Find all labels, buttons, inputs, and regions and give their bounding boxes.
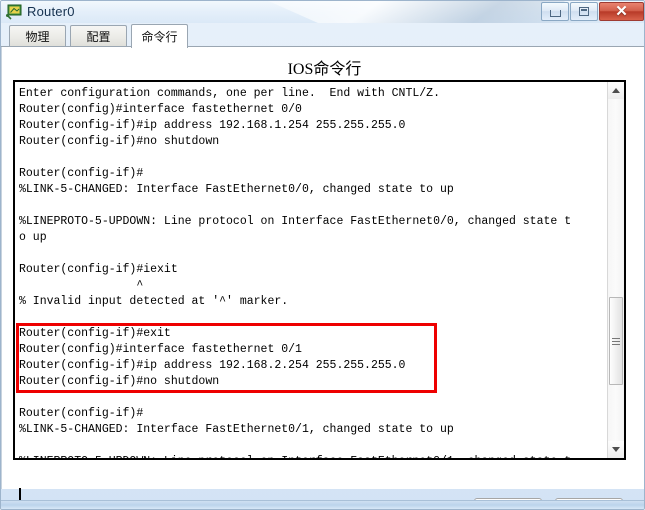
console-scrollbar[interactable] xyxy=(607,82,624,458)
console-line: Router(config-if)#exit xyxy=(19,327,171,340)
chevron-up-icon xyxy=(612,88,620,93)
window-titlebar[interactable]: Router0 ✕ xyxy=(1,1,644,23)
tab-cli-label: 命令行 xyxy=(141,30,178,44)
close-icon: ✕ xyxy=(615,3,628,20)
grip-icon xyxy=(612,337,620,345)
console-line: %LINEPROTO-5-UPDOWN: Line protocol on In… xyxy=(19,215,572,228)
scrollbar-thumb[interactable] xyxy=(609,297,623,385)
console-line: Router(config-if)#iexit xyxy=(19,263,178,276)
console-line: o up xyxy=(19,231,47,244)
console-line: Router(config)#interface fastethernet 0/… xyxy=(19,103,302,116)
minimize-icon xyxy=(549,9,561,17)
close-button[interactable]: ✕ xyxy=(599,2,644,21)
console-line: Router(config-if)#ip address 192.168.1.2… xyxy=(19,119,406,132)
console-line: Enter configuration commands, one per li… xyxy=(19,87,440,100)
window-bottom-strip xyxy=(1,500,644,509)
console-line: Router(config-if)# xyxy=(19,407,144,420)
console-line: Router(config-if)#no shutdown xyxy=(19,375,220,388)
scroll-up-button[interactable] xyxy=(608,82,624,99)
router-device-icon xyxy=(6,4,22,20)
console-line: %LINK-5-CHANGED: Interface FastEthernet0… xyxy=(19,423,454,436)
maximize-icon xyxy=(579,7,589,16)
tab-physical[interactable]: 物理 xyxy=(9,25,66,47)
console-line: % Invalid input detected at '^' marker. xyxy=(19,295,289,308)
tab-physical-label: 物理 xyxy=(25,30,50,44)
console-line: %LINK-5-CHANGED: Interface FastEthernet0… xyxy=(19,183,454,196)
console-line: ^ xyxy=(19,279,144,292)
panel-title: IOS命令行 xyxy=(287,61,362,78)
window-title: Router0 xyxy=(27,4,75,19)
scroll-down-button[interactable] xyxy=(608,441,624,458)
router-cli-window: Router0 ✕ 物理 配置 命令行 IOS命令行 Enter configu… xyxy=(0,0,645,510)
console-line: Router(config-if)# xyxy=(19,167,144,180)
cli-panel: IOS命令行 Enter configuration commands, one… xyxy=(1,47,644,509)
console-line: Router(config-if)#no shutdown xyxy=(19,135,220,148)
scrollbar-track[interactable] xyxy=(608,99,624,441)
window-controls: ✕ xyxy=(540,2,644,21)
console-output[interactable]: Enter configuration commands, one per li… xyxy=(15,82,607,458)
console-line: %LINEPROTO-5-UPDOWN: Line protocol on In… xyxy=(19,454,607,458)
tab-config-label: 配置 xyxy=(86,30,111,44)
console-frame: Enter configuration commands, one per li… xyxy=(13,80,626,501)
chevron-down-icon xyxy=(612,447,620,452)
tab-cli[interactable]: 命令行 xyxy=(131,24,188,48)
console-line: Router(config)#interface fastethernet 0/… xyxy=(19,343,302,356)
tab-config[interactable]: 配置 xyxy=(70,25,127,47)
tab-strip: 物理 配置 命令行 xyxy=(1,23,644,48)
minimize-button[interactable] xyxy=(541,2,569,21)
console-line: Router(config-if)#ip address 192.168.2.2… xyxy=(19,359,406,372)
maximize-button[interactable] xyxy=(570,2,598,21)
